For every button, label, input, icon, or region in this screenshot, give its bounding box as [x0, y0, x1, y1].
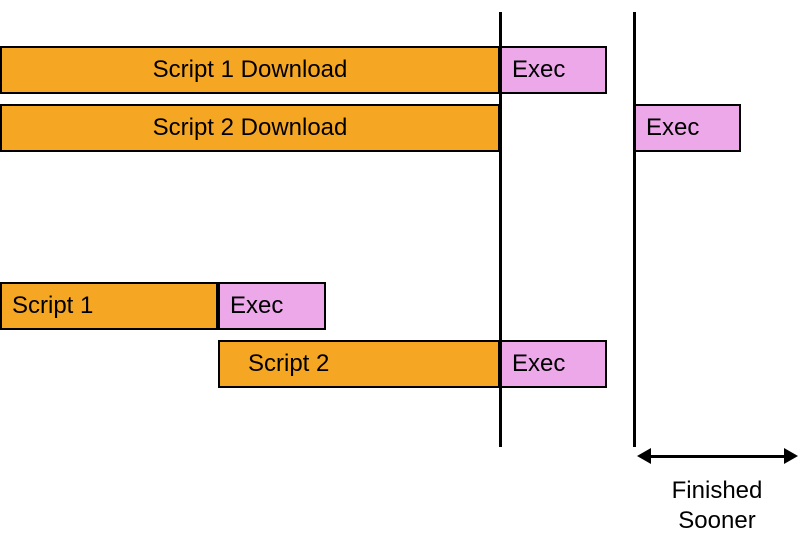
finished-sooner-label: Finished Sooner — [632, 476, 800, 536]
divider-download-end — [499, 12, 502, 447]
arrow-head-left-icon — [637, 448, 651, 464]
script-2-download-bar: Script 2 Download — [0, 104, 500, 152]
timing-diagram: Script 1 Download Exec Script 2 Download… — [0, 0, 800, 555]
script-1-download-bar: Script 1 Download — [0, 46, 500, 94]
script-2-exec-bar: Exec — [634, 104, 741, 152]
script-2-small-exec-bar: Exec — [500, 340, 607, 388]
finished-sooner-arrow — [650, 455, 784, 458]
script-2-small-bar: Script 2 — [218, 340, 500, 388]
divider-exec-gap — [633, 12, 636, 447]
sooner-text: Sooner — [678, 507, 755, 534]
arrow-head-right-icon — [784, 448, 798, 464]
script-1-small-exec-bar: Exec — [218, 282, 326, 330]
script-1-exec-bar: Exec — [500, 46, 607, 94]
finished-text: Finished — [672, 477, 763, 504]
script-1-small-bar: Script 1 — [0, 282, 218, 330]
